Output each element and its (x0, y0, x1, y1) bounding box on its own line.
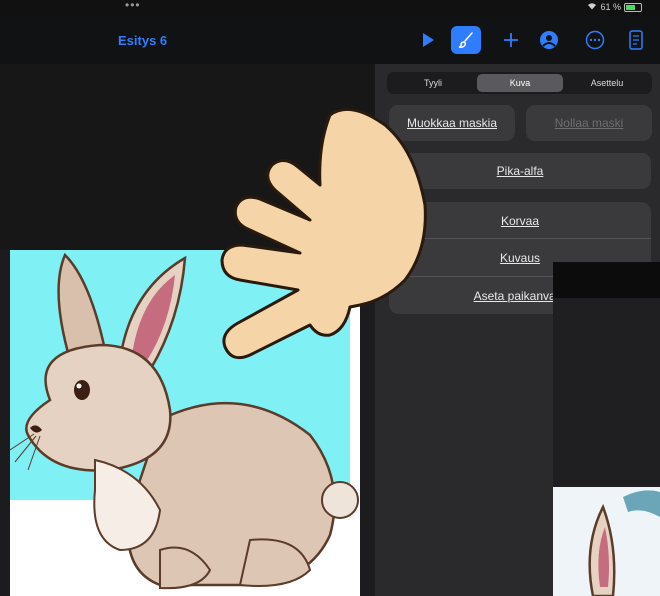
reset-mask-button[interactable]: Nollaa maski (526, 105, 652, 141)
tab-image[interactable]: Kuva (477, 74, 563, 92)
tab-style[interactable]: Tyyli (391, 74, 475, 92)
overlay-screenshot (553, 262, 660, 596)
play-icon[interactable] (416, 28, 440, 52)
battery-icon (624, 2, 642, 12)
more-icon[interactable] (583, 28, 607, 52)
document-title[interactable]: Esitys 6 (118, 33, 167, 48)
wifi-icon (587, 2, 597, 12)
status-bar: ••• 61 % (0, 0, 660, 16)
format-tabs: Tyyli Kuva Asettelu (387, 72, 652, 94)
overlay-image (553, 487, 660, 596)
overlay-toolbar (553, 262, 660, 298)
collaborate-icon[interactable] (537, 28, 561, 52)
multitasking-dots-icon[interactable]: ••• (125, 0, 141, 12)
paintbrush-icon[interactable] (451, 26, 481, 54)
status-indicators: 61 % (587, 2, 642, 12)
plus-icon[interactable] (499, 28, 523, 52)
toolbar: Esitys 6 (0, 16, 660, 64)
tab-arrange[interactable]: Asettelu (565, 74, 649, 92)
pointing-hand-icon (220, 107, 427, 360)
divider (403, 238, 651, 239)
document-icon[interactable] (624, 28, 648, 52)
battery-percent: 61 % (600, 2, 621, 12)
